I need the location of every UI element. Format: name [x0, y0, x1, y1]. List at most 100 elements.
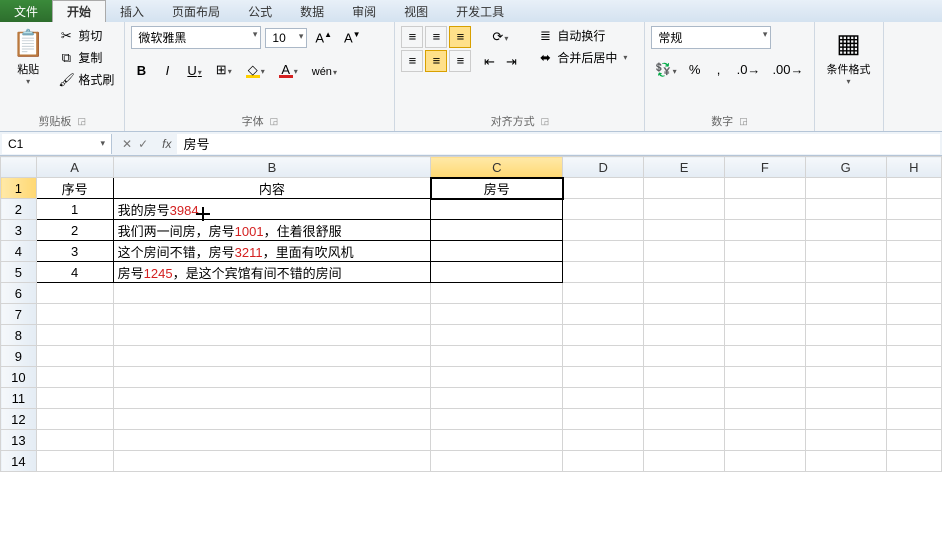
cell[interactable] [431, 283, 563, 304]
cell[interactable] [644, 451, 725, 472]
cell[interactable] [805, 262, 886, 283]
cell[interactable]: 内容 [113, 178, 431, 199]
cell[interactable] [563, 304, 644, 325]
cell[interactable] [431, 304, 563, 325]
col-header-F[interactable]: F [724, 157, 805, 178]
cell[interactable] [886, 199, 941, 220]
tab-developer[interactable]: 开发工具 [442, 0, 518, 22]
cell[interactable]: 这个房间不错，房号3211，里面有吹风机 [113, 241, 431, 262]
phonetic-button[interactable]: wén [308, 60, 341, 81]
cell[interactable] [644, 388, 725, 409]
align-top-right-button[interactable]: ≡ [449, 26, 471, 48]
cell[interactable]: 2 [36, 220, 113, 241]
cell[interactable] [644, 262, 725, 283]
col-header-A[interactable]: A [36, 157, 113, 178]
cell[interactable]: 我的房号3984 [113, 199, 431, 220]
cell[interactable] [805, 346, 886, 367]
cell[interactable] [563, 409, 644, 430]
number-dialog-icon[interactable]: ◲ [739, 116, 748, 127]
cell[interactable] [563, 430, 644, 451]
cell[interactable] [805, 304, 886, 325]
cell[interactable] [724, 220, 805, 241]
cell[interactable] [644, 199, 725, 220]
cell[interactable]: 3 [36, 241, 113, 262]
cell[interactable] [724, 388, 805, 409]
cell[interactable] [886, 430, 941, 451]
fill-color-button[interactable]: ◇ [242, 59, 269, 81]
cell[interactable] [886, 409, 941, 430]
bold-button[interactable]: B [131, 60, 151, 81]
align-top-left-button[interactable]: ≡ [401, 26, 423, 48]
row-header[interactable]: 10 [1, 367, 37, 388]
clipboard-dialog-icon[interactable]: ◲ [77, 116, 86, 127]
cell[interactable]: 4 [36, 262, 113, 283]
cell[interactable] [431, 409, 563, 430]
cell[interactable] [113, 325, 431, 346]
cell[interactable] [724, 451, 805, 472]
tab-insert[interactable]: 插入 [106, 0, 158, 22]
tab-formulas[interactable]: 公式 [234, 0, 286, 22]
cell[interactable] [431, 262, 563, 283]
copy-button[interactable]: ⧉复制 [54, 48, 118, 67]
conditional-format-button[interactable]: ▦ 条件格式 ▾ [821, 26, 877, 88]
cell[interactable] [563, 199, 644, 220]
cell[interactable] [724, 409, 805, 430]
cell[interactable] [644, 178, 725, 199]
cell[interactable] [724, 367, 805, 388]
cell[interactable] [644, 241, 725, 262]
row-header[interactable]: 12 [1, 409, 37, 430]
cell[interactable] [724, 430, 805, 451]
cell[interactable] [113, 304, 431, 325]
cancel-formula-icon[interactable]: ✕ [122, 137, 132, 151]
cut-button[interactable]: ✂剪切 [54, 26, 118, 45]
cell[interactable]: 房号 [431, 178, 563, 199]
cell[interactable] [563, 283, 644, 304]
cell[interactable] [724, 325, 805, 346]
cell[interactable] [886, 241, 941, 262]
row-header[interactable]: 7 [1, 304, 37, 325]
cell[interactable] [563, 346, 644, 367]
row-header[interactable]: 13 [1, 430, 37, 451]
cell[interactable] [563, 262, 644, 283]
cell[interactable]: 1 [36, 199, 113, 220]
row-header[interactable]: 6 [1, 283, 37, 304]
align-bottom-left-button[interactable]: ≡ [401, 50, 423, 72]
increase-indent-button[interactable]: ⇥ [501, 51, 521, 73]
tab-file[interactable]: 文件 [0, 0, 52, 22]
cell[interactable] [113, 430, 431, 451]
col-header-H[interactable]: H [886, 157, 941, 178]
cell[interactable] [431, 241, 563, 262]
row-header[interactable]: 2 [1, 199, 37, 220]
row-header[interactable]: 8 [1, 325, 37, 346]
align-bottom-right-button[interactable]: ≡ [449, 50, 471, 72]
cell[interactable] [113, 346, 431, 367]
cell[interactable] [431, 346, 563, 367]
percent-button[interactable]: % [685, 59, 705, 81]
cell[interactable] [644, 220, 725, 241]
decrease-font-button[interactable]: A▼ [340, 27, 365, 48]
format-painter-button[interactable]: 🖌格式刷 [54, 70, 118, 89]
tab-page-layout[interactable]: 页面布局 [158, 0, 234, 22]
cell[interactable] [886, 451, 941, 472]
number-format-combo[interactable]: 常规 [651, 26, 771, 49]
cell[interactable] [431, 325, 563, 346]
cell[interactable] [644, 325, 725, 346]
cell[interactable] [113, 409, 431, 430]
comma-button[interactable]: , [709, 59, 729, 81]
cell[interactable] [36, 367, 113, 388]
cell[interactable] [805, 178, 886, 199]
font-color-button[interactable]: A [275, 59, 302, 81]
row-header[interactable]: 11 [1, 388, 37, 409]
cell[interactable] [805, 241, 886, 262]
font-size-combo[interactable]: 10 [265, 28, 307, 48]
formula-input[interactable] [177, 134, 940, 154]
cell[interactable] [644, 367, 725, 388]
cell[interactable] [886, 262, 941, 283]
cell[interactable] [805, 430, 886, 451]
cell[interactable] [724, 283, 805, 304]
cell[interactable] [36, 346, 113, 367]
cell[interactable] [805, 220, 886, 241]
accept-formula-icon[interactable]: ✓ [138, 137, 148, 151]
cell[interactable] [113, 388, 431, 409]
cell[interactable] [113, 283, 431, 304]
